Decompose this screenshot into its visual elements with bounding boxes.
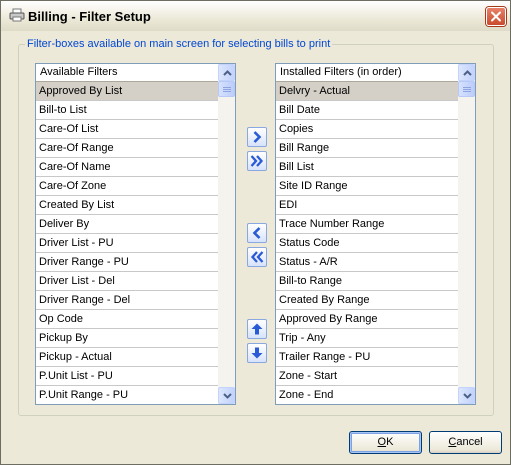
list-item[interactable]: Trailer Range - PU <box>276 348 458 367</box>
group-caption: Filter-boxes available on main screen fo… <box>25 38 333 50</box>
list-item[interactable]: Bill List <box>276 158 458 177</box>
list-item[interactable]: P.Unit Range - PU <box>36 386 218 404</box>
ok-button[interactable]: OK <box>349 431 422 454</box>
arrow-up-icon <box>251 323 263 335</box>
move-all-right-button[interactable] <box>247 151 267 171</box>
list-item[interactable]: Created By List <box>36 196 218 215</box>
close-button[interactable] <box>486 7 506 26</box>
list-item[interactable]: Trip - Any <box>276 329 458 348</box>
list-item[interactable]: Copies <box>276 120 458 139</box>
list-item[interactable]: Bill Date <box>276 101 458 120</box>
move-down-button[interactable] <box>247 343 267 363</box>
list-item[interactable]: Care-Of Range <box>36 139 218 158</box>
scroll-down-button[interactable] <box>218 387 235 404</box>
list-item[interactable]: Driver List - PU <box>36 234 218 253</box>
scroll-up-button[interactable] <box>218 64 235 81</box>
installed-filters-list[interactable]: Installed Filters (in order) Delvry - Ac… <box>275 63 476 405</box>
arrow-left-icon <box>252 227 261 239</box>
filter-setup-dialog: Billing - Filter Setup Filter-boxes avai… <box>0 0 511 465</box>
installed-filters-scrollbar[interactable] <box>458 64 475 404</box>
list-item[interactable]: P.Unit List - PU <box>36 367 218 386</box>
list-item[interactable]: Approved By Range <box>276 310 458 329</box>
chevron-down-icon <box>223 393 232 399</box>
list-item[interactable]: Status Code <box>276 234 458 253</box>
list-item[interactable]: Deliver By <box>36 215 218 234</box>
list-item[interactable]: Zone - Start <box>276 367 458 386</box>
window-title: Billing - Filter Setup <box>28 9 151 24</box>
list-item[interactable]: Pickup By <box>36 329 218 348</box>
available-filters-list[interactable]: Available Filters Approved By List Bill-t… <box>35 63 236 405</box>
printer-icon <box>9 8 25 22</box>
installed-filters-items: Delvry - Actual Bill Date Copies Bill Range… <box>276 82 458 404</box>
available-filters-items: Approved By List Bill-to List Care-Of List… <box>36 82 218 404</box>
list-item[interactable]: Bill Range <box>276 139 458 158</box>
list-item[interactable]: Zone - End <box>276 386 458 404</box>
arrow-down-icon <box>251 347 263 359</box>
list-item[interactable]: Delvry - Actual <box>276 82 458 101</box>
available-filters-scrollbar[interactable] <box>218 64 235 404</box>
list-item[interactable]: Trace Number Range <box>276 215 458 234</box>
list-item[interactable]: Care-Of Name <box>36 158 218 177</box>
list-item[interactable]: Bill-to Range <box>276 272 458 291</box>
list-item[interactable]: Bill-to List <box>36 101 218 120</box>
list-item[interactable]: Created By Range <box>276 291 458 310</box>
double-arrow-right-icon <box>250 155 264 167</box>
double-arrow-left-icon <box>250 251 264 263</box>
scroll-thumb[interactable] <box>458 81 475 97</box>
list-item[interactable]: Site ID Range <box>276 177 458 196</box>
move-left-button[interactable] <box>247 223 267 243</box>
chevron-up-icon <box>223 70 232 76</box>
list-item[interactable]: Care-Of List <box>36 120 218 139</box>
arrow-right-icon <box>253 131 262 143</box>
list-item[interactable]: Driver List - Del <box>36 272 218 291</box>
scroll-thumb[interactable] <box>218 81 235 97</box>
close-icon <box>491 11 501 22</box>
available-filters-header[interactable]: Available Filters <box>36 64 218 82</box>
chevron-down-icon <box>463 393 472 399</box>
cancel-button[interactable]: Cancel <box>429 431 502 454</box>
list-item[interactable]: Driver Range - PU <box>36 253 218 272</box>
scroll-down-button[interactable] <box>458 387 475 404</box>
move-up-button[interactable] <box>247 319 267 339</box>
list-item[interactable]: Care-Of Zone <box>36 177 218 196</box>
move-all-left-button[interactable] <box>247 247 267 267</box>
scroll-up-button[interactable] <box>458 64 475 81</box>
list-item[interactable]: Status - A/R <box>276 253 458 272</box>
move-right-button[interactable] <box>247 127 267 147</box>
title-bar[interactable]: Billing - Filter Setup <box>1 1 510 31</box>
chevron-up-icon <box>463 70 472 76</box>
list-item[interactable]: Op Code <box>36 310 218 329</box>
list-item[interactable]: EDI <box>276 196 458 215</box>
list-item[interactable]: Driver Range - Del <box>36 291 218 310</box>
installed-filters-header[interactable]: Installed Filters (in order) <box>276 64 458 82</box>
list-item[interactable]: Approved By List <box>36 82 218 101</box>
ok-mnemonic: O <box>377 436 387 448</box>
list-item[interactable]: Pickup - Actual <box>36 348 218 367</box>
